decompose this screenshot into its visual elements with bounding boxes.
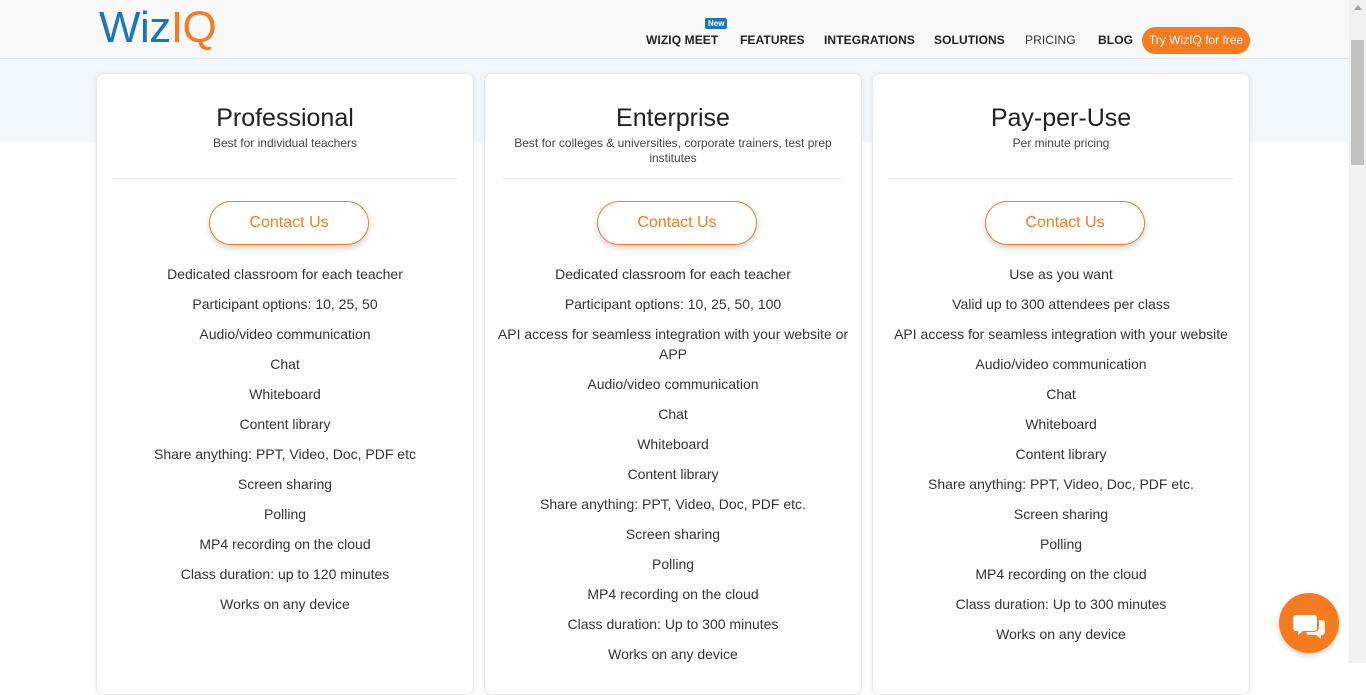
feature-list: Dedicated classroom for each teacher Par… bbox=[493, 264, 853, 674]
feature-item: Screen sharing bbox=[1013, 506, 1109, 522]
feature-item: Polling bbox=[651, 556, 695, 572]
feature-item: Share anything: PPT, Video, Doc, PDF etc bbox=[154, 446, 416, 462]
feature-item: Content library bbox=[1015, 446, 1107, 462]
chat-widget-button[interactable] bbox=[1279, 593, 1339, 653]
feature-item: Audio/video communication bbox=[975, 356, 1147, 372]
site-header: WizIQ New WIZIQ MEET FEATURES INTEGRATIO… bbox=[0, 0, 1349, 59]
feature-item: Dedicated classroom for each teacher bbox=[167, 266, 403, 282]
scroll-up-arrow-icon[interactable] bbox=[1354, 5, 1362, 10]
feature-item: Chat bbox=[1046, 386, 1076, 402]
chat-bubbles-icon bbox=[1293, 615, 1325, 639]
feature-item: Valid up to 300 attendees per class bbox=[952, 296, 1170, 312]
feature-item: Polling bbox=[263, 506, 307, 522]
nav-pricing[interactable]: PRICING bbox=[1025, 33, 1076, 47]
feature-item: Share anything: PPT, Video, Doc, PDF etc… bbox=[928, 476, 1194, 492]
feature-item: Class duration: Up to 300 minutes bbox=[567, 616, 779, 632]
feature-item: Screen sharing bbox=[237, 476, 333, 492]
feature-item: MP4 recording on the cloud bbox=[199, 536, 371, 552]
feature-item: Whiteboard bbox=[637, 436, 709, 452]
feature-item: Content library bbox=[239, 416, 331, 432]
plan-card-professional: Professional Best for individual teacher… bbox=[96, 73, 474, 695]
page-scrollbar[interactable] bbox=[1349, 0, 1366, 663]
feature-item: Use as you want bbox=[1009, 266, 1113, 282]
plan-title: Enterprise bbox=[616, 104, 730, 132]
nav-features[interactable]: FEATURES bbox=[740, 33, 805, 47]
contact-us-button[interactable]: Contact Us bbox=[985, 201, 1145, 245]
feature-item: Share anything: PPT, Video, Doc, PDF etc… bbox=[540, 496, 806, 512]
logo-iq-text: IQ bbox=[170, 3, 217, 52]
plan-card-enterprise: Enterprise Best for colleges & universit… bbox=[484, 73, 862, 695]
feature-item: Audio/video communication bbox=[587, 376, 759, 392]
try-free-button[interactable]: Try WizIQ for free bbox=[1142, 27, 1250, 54]
nav-blog[interactable]: BLOG bbox=[1098, 33, 1133, 47]
feature-item: API access for seamless integration with… bbox=[497, 326, 849, 362]
feature-item: Dedicated classroom for each teacher bbox=[555, 266, 791, 282]
logo-wiz-text: Wiz bbox=[99, 3, 171, 52]
scrollbar-thumb[interactable] bbox=[1351, 40, 1364, 165]
nav-solutions[interactable]: SOLUTIONS bbox=[934, 33, 1005, 47]
feature-item: Participant options: 10, 25, 50, 100 bbox=[564, 296, 782, 312]
feature-item: Chat bbox=[658, 406, 688, 422]
plan-subtitle: Per minute pricing bbox=[1012, 136, 1110, 150]
plan-subtitle: Best for colleges & universities, corpor… bbox=[514, 136, 832, 165]
nav-wiziq-meet[interactable]: WIZIQ MEET bbox=[646, 33, 718, 47]
feature-list: Dedicated classroom for each teacher Par… bbox=[105, 264, 465, 624]
feature-item: MP4 recording on the cloud bbox=[975, 566, 1147, 582]
plan-title: Professional bbox=[216, 104, 354, 132]
nav-integrations[interactable]: INTEGRATIONS bbox=[824, 33, 915, 47]
feature-item: Whiteboard bbox=[1025, 416, 1097, 432]
feature-list: Use as you want Valid up to 300 attendee… bbox=[881, 264, 1241, 654]
card-divider bbox=[113, 178, 457, 179]
plan-subtitle: Best for individual teachers bbox=[212, 136, 358, 150]
feature-item: Works on any device bbox=[608, 646, 738, 662]
feature-item: Whiteboard bbox=[249, 386, 321, 402]
plan-card-pay-per-use: Pay-per-Use Per minute pricing Contact U… bbox=[872, 73, 1250, 695]
feature-item: API access for seamless integration with… bbox=[894, 326, 1228, 342]
feature-item: Class duration: up to 120 minutes bbox=[180, 566, 390, 582]
feature-item: Participant options: 10, 25, 50 bbox=[192, 296, 378, 312]
feature-item: Class duration: Up to 300 minutes bbox=[955, 596, 1167, 612]
card-divider bbox=[501, 178, 845, 179]
feature-item: Content library bbox=[627, 466, 719, 482]
feature-item: Works on any device bbox=[996, 626, 1126, 642]
feature-item: MP4 recording on the cloud bbox=[587, 586, 759, 602]
feature-item: Screen sharing bbox=[625, 526, 721, 542]
contact-us-button[interactable]: Contact Us bbox=[209, 201, 369, 245]
feature-item: Works on any device bbox=[220, 596, 350, 612]
contact-us-button[interactable]: Contact Us bbox=[597, 201, 757, 245]
feature-item: Audio/video communication bbox=[199, 326, 371, 342]
feature-item: Chat bbox=[270, 356, 300, 372]
feature-item: Polling bbox=[1039, 536, 1083, 552]
card-divider bbox=[889, 178, 1233, 179]
wiziq-logo[interactable]: WizIQ bbox=[99, 3, 217, 53]
plan-title: Pay-per-Use bbox=[990, 104, 1132, 132]
new-badge: New bbox=[705, 18, 728, 29]
